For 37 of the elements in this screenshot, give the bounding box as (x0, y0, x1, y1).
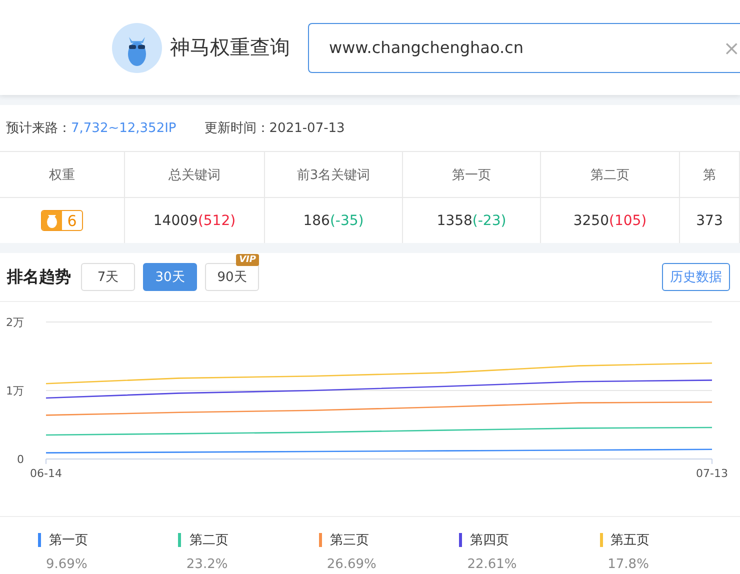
column-header: 第一页 (403, 152, 541, 198)
table-cell: 373 (696, 212, 723, 228)
range-tab[interactable]: 90天 (205, 263, 259, 291)
vip-badge: VIP (236, 254, 259, 266)
legend-label: 第四页 (470, 532, 510, 549)
weight-badge: 6 (41, 210, 83, 231)
x-axis-label: 06-14 (30, 467, 62, 480)
table-cell: 3250(105) (573, 212, 647, 228)
table-cell: 186(-35) (303, 212, 364, 228)
mascot-icon (42, 211, 62, 230)
legend-share: 17.8% (606, 557, 650, 572)
column-header: 第二页 (541, 152, 680, 198)
column-header: 前3名关键词 (265, 152, 403, 198)
column-header: 权重 (0, 152, 125, 198)
legend-share: 26.69% (326, 557, 378, 572)
table-cell: 1358(-23) (436, 212, 506, 228)
table-cell: 14009(512) (153, 212, 236, 228)
legend-label: 第一页 (49, 532, 88, 549)
column-header: 第 (680, 152, 740, 198)
legend-share: 23.2% (185, 557, 229, 572)
section-title: 排名趋势 (7, 266, 71, 288)
search-field[interactable]: www.changchenghao.cn × (308, 22, 740, 72)
legend-label: 第三页 (330, 532, 369, 549)
range-tab[interactable]: 7天 (81, 263, 135, 291)
y-axis-label: 0 (17, 453, 24, 466)
y-axis-label: 1万 (6, 384, 24, 398)
info-text: 预计来路：7,732~12,352IP (6, 120, 176, 137)
mascot-logo-icon (112, 22, 162, 72)
legend-label: 第五页 (610, 532, 650, 549)
column-header: 总关键词 (125, 152, 265, 198)
info-text: 更新时间：2021-07-13 (204, 120, 345, 137)
legend-share: 9.69% (45, 557, 88, 572)
site-title: 神马权重查询 (170, 34, 290, 61)
legend-share: 22.61% (466, 557, 518, 572)
y-axis-label: 2万 (6, 316, 24, 329)
x-axis-label: 07-13 (696, 467, 728, 480)
legend-label: 第二页 (189, 532, 228, 549)
